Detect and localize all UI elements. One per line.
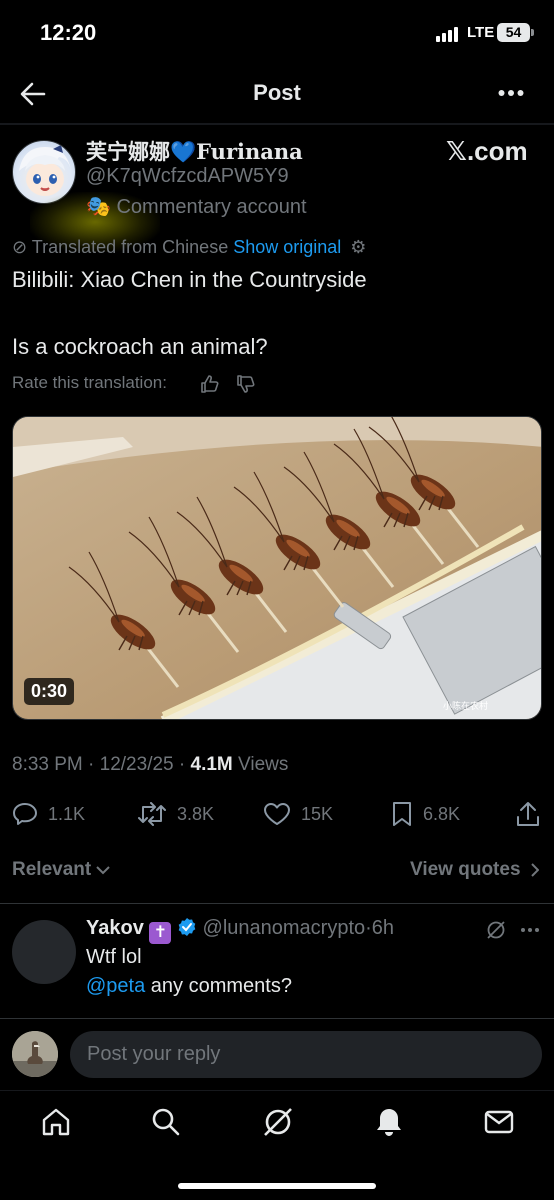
- reply-input[interactable]: Post your reply: [70, 1031, 542, 1078]
- thumbs-down-icon[interactable]: [236, 374, 256, 394]
- views-label: Views: [238, 754, 289, 775]
- commentary-text: Commentary account: [116, 196, 307, 218]
- repost-icon: [138, 802, 166, 826]
- grok-icon[interactable]: [486, 920, 506, 940]
- sort-label: Relevant: [12, 859, 92, 880]
- messages-icon[interactable]: [483, 1106, 515, 1138]
- reply-time: 6h: [371, 917, 395, 939]
- reply-text-rest: any comments?: [145, 975, 292, 997]
- commentary-label: 🎭 Commentary account: [86, 194, 307, 219]
- home-indicator: [178, 1183, 376, 1189]
- notifications-bell-icon[interactable]: [373, 1106, 405, 1138]
- reply-handle[interactable]: @lunanomacrypto: [203, 917, 366, 939]
- thumbs-up-icon[interactable]: [200, 374, 220, 394]
- author-name[interactable]: 芙宁娜娜💙Furinana: [86, 136, 303, 166]
- search-icon[interactable]: [150, 1106, 182, 1138]
- cross-emoji: ✝: [149, 922, 172, 944]
- translate-icon: ⊘: [12, 237, 28, 257]
- show-original-link[interactable]: Show original: [233, 237, 341, 257]
- post-timestamp: 8:33 PM · 12/23/25 ·: [12, 754, 191, 775]
- mention-link[interactable]: @peta: [86, 975, 145, 997]
- translated-label: Translated from Chinese: [31, 237, 229, 257]
- rate-translation: Rate this translation:: [12, 373, 255, 393]
- share-button[interactable]: [516, 801, 540, 827]
- reply-dot: ·: [365, 917, 372, 939]
- grok-tab-icon[interactable]: [262, 1106, 294, 1138]
- video-duration: 0:30: [24, 678, 75, 705]
- x-com-badge: 𝕏.com: [446, 136, 528, 166]
- bookmark-count: 6.8K: [423, 803, 461, 824]
- video-watermark: 小陈在农村: [443, 700, 488, 712]
- reply-header: Yakov ✝ @lunanomacrypto·6h: [86, 917, 394, 944]
- video-thumbnail: 小陈在农村: [13, 417, 541, 719]
- view-quotes-label: View quotes: [410, 859, 521, 880]
- reply-count: 1.1K: [48, 803, 86, 824]
- post-meta: 8:33 PM · 12/23/25 · 4.1M Views: [12, 754, 288, 776]
- share-icon: [517, 802, 539, 826]
- reply-avatar[interactable]: [12, 920, 76, 984]
- heart-icon: [264, 803, 290, 825]
- repost-count: 3.8K: [177, 803, 215, 824]
- reply-icon: [13, 803, 37, 825]
- author-handle[interactable]: @K7qWcfzcdAPW5Y9: [86, 165, 289, 188]
- post-video[interactable]: 小陈在农村: [12, 416, 542, 720]
- home-icon[interactable]: [40, 1106, 72, 1138]
- views-count: 4.1M: [190, 754, 233, 775]
- header-divider: [0, 123, 554, 125]
- like-button[interactable]: 15K: [263, 801, 333, 827]
- reply-button[interactable]: 1.1K: [12, 801, 85, 827]
- post-text-line-1: Bilibili: Xiao Chen in the Countryside: [12, 267, 367, 292]
- reply-divider: [0, 903, 554, 904]
- repost-button[interactable]: 3.8K: [137, 801, 214, 827]
- bookmark-icon: [393, 802, 411, 826]
- chevron-down-icon: [96, 865, 111, 875]
- sort-dropdown[interactable]: Relevant: [12, 859, 111, 881]
- view-quotes-link[interactable]: View quotes: [410, 859, 539, 881]
- verified-badge-icon: [177, 917, 197, 937]
- status-time: 12:20: [40, 20, 97, 45]
- bookmark-button[interactable]: 6.8K: [391, 801, 460, 827]
- my-avatar[interactable]: [12, 1031, 58, 1077]
- battery-icon: 54: [497, 23, 530, 42]
- reply-more-icon[interactable]: [520, 927, 540, 933]
- more-icon[interactable]: [498, 89, 524, 97]
- post-text-line-2: Is a cockroach an animal?: [12, 334, 268, 359]
- network-label: LTE: [467, 24, 495, 41]
- gear-icon[interactable]: ⚙: [350, 237, 366, 257]
- translation-notice: ⊘ Translated from Chinese Show original …: [12, 237, 366, 258]
- chevron-right-icon: [530, 863, 539, 877]
- comedy-mask-icon: 🎭: [86, 196, 111, 218]
- page-title: Post: [253, 80, 301, 105]
- like-count: 15K: [301, 803, 334, 824]
- signal-icon: [436, 26, 462, 42]
- battery-tip: [531, 29, 534, 36]
- reply-text-line-1: Wtf lol: [86, 946, 142, 968]
- reply-author-name[interactable]: Yakov: [86, 917, 144, 939]
- reply-text-line-2: @peta any comments?: [86, 975, 292, 998]
- rate-label: Rate this translation:: [12, 373, 167, 392]
